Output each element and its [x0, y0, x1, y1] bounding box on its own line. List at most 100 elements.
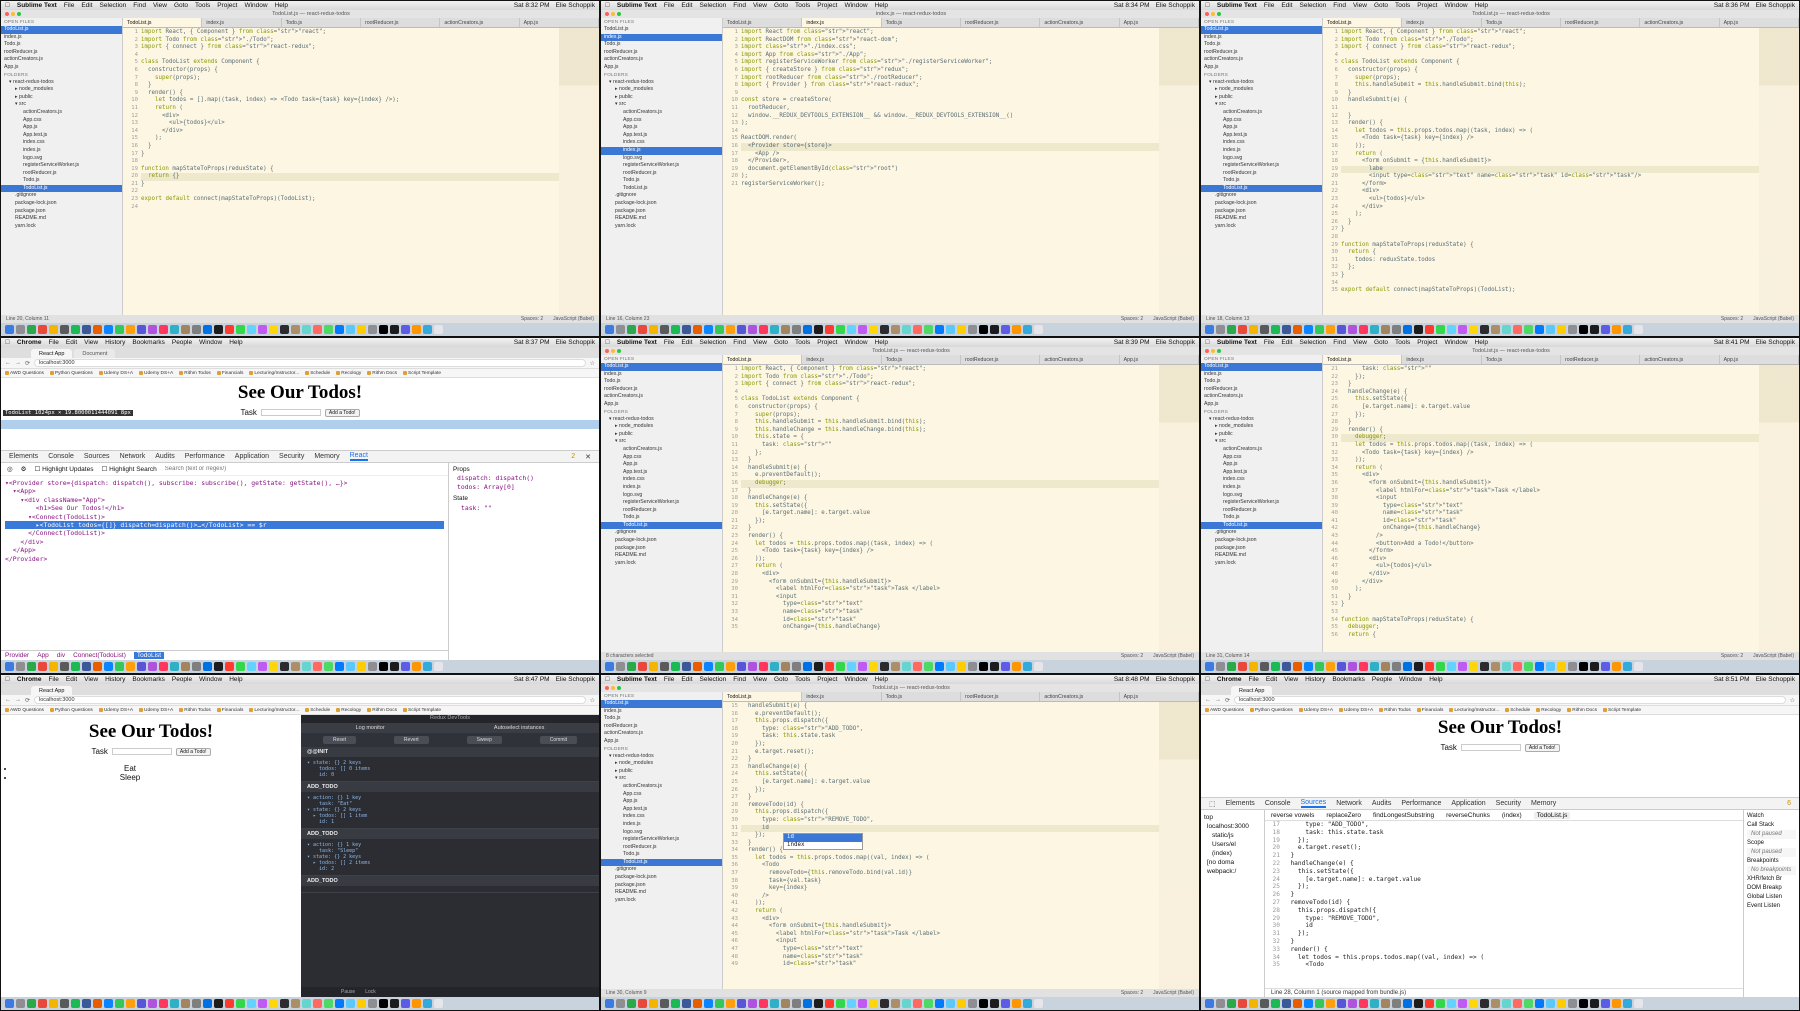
bookmark[interactable]: Schedule: [305, 708, 330, 713]
sidebar-open-file[interactable]: TodoList.js: [601, 363, 722, 371]
code-area[interactable]: 1 2 3 4 5 6 7 8 9 10 11 12 13 14 15 16 17 18 19 20 21 22 23 24 2…: [1323, 28, 1799, 315]
dock-app-icon[interactable]: [104, 325, 113, 334]
menu-item[interactable]: File: [48, 339, 58, 346]
back-icon[interactable]: ←: [5, 360, 11, 366]
dock-app-icon[interactable]: [660, 662, 669, 671]
todo-item[interactable]: Sleep: [15, 773, 301, 782]
menu-item[interactable]: Sublime Text: [1217, 339, 1257, 346]
star-icon[interactable]: ☆: [590, 360, 595, 367]
sidebar-open-file[interactable]: Todo.js: [1201, 378, 1322, 386]
menu-item[interactable]: Bookmarks: [1332, 676, 1365, 683]
sidebar-file[interactable]: .gitignore: [1201, 192, 1322, 200]
tree-node[interactable]: ▾<Connect(TodoList)>: [5, 513, 444, 521]
dock-app-icon[interactable]: [748, 325, 757, 334]
sidebar-file[interactable]: yarn.lock: [1, 223, 122, 231]
sidebar-file[interactable]: README.md: [1201, 552, 1322, 560]
folder-item[interactable]: ▸ node_modules: [1, 86, 122, 94]
zoom-button[interactable]: [1217, 12, 1221, 16]
sidebar-open-file[interactable]: App.js: [1201, 401, 1322, 409]
dock-app-icon[interactable]: [148, 999, 157, 1008]
sidebar-file[interactable]: App.test.js: [1, 132, 122, 140]
dock-app-icon[interactable]: [693, 999, 702, 1008]
dock-app-icon[interactable]: [935, 325, 944, 334]
editor-tab[interactable]: Todo.js: [1482, 18, 1561, 27]
close-button[interactable]: [605, 349, 609, 353]
dock-app-icon[interactable]: [1012, 999, 1021, 1008]
status-syntax[interactable]: JavaScript (Babel): [1753, 653, 1794, 659]
dock-app-icon[interactable]: [836, 325, 845, 334]
dock-app-icon[interactable]: [181, 662, 190, 671]
dock-app-icon[interactable]: [649, 662, 658, 671]
dock-app-icon[interactable]: [1414, 999, 1423, 1008]
menu-item[interactable]: File: [1248, 676, 1258, 683]
dock-app-icon[interactable]: [1590, 662, 1599, 671]
dock-app-icon[interactable]: [979, 662, 988, 671]
dock-app-icon[interactable]: [968, 999, 977, 1008]
sidebar-file[interactable]: README.md: [1201, 215, 1322, 223]
autocomplete-item[interactable]: index: [784, 842, 862, 850]
dock-app-icon[interactable]: [616, 325, 625, 334]
dock-app-icon[interactable]: [269, 999, 278, 1008]
bookmark[interactable]: Rithm Todos: [179, 371, 211, 376]
dock-app-icon[interactable]: [71, 325, 80, 334]
sidebar-open-file[interactable]: TodoList.js: [1201, 26, 1322, 34]
sidebar-open-file[interactable]: App.js: [1, 64, 122, 72]
minimap[interactable]: [1159, 702, 1199, 989]
dock-app-icon[interactable]: [836, 662, 845, 671]
dock-app-icon[interactable]: [1579, 999, 1588, 1008]
dock-app-icon[interactable]: [1601, 662, 1610, 671]
autocomplete-popup[interactable]: id index: [783, 833, 863, 851]
breadcrumb-item[interactable]: Provider: [5, 652, 29, 659]
dock-app-icon[interactable]: [946, 999, 955, 1008]
bookmark[interactable]: Rithm Docs: [1567, 708, 1597, 713]
folder-item[interactable]: ▾ react-redux-todos: [601, 416, 722, 424]
menu-item[interactable]: History: [105, 339, 125, 346]
dock-app-icon[interactable]: [60, 662, 69, 671]
close-button[interactable]: [5, 12, 9, 16]
editor-tab[interactable]: index.js: [802, 692, 882, 701]
sidebar-file[interactable]: App.test.js: [1201, 132, 1322, 140]
sidebar-file[interactable]: .gitignore: [601, 866, 722, 874]
tree-node[interactable]: ▾<Provider store={dispatch: dispatch(), …: [5, 479, 444, 487]
dock-app-icon[interactable]: [181, 999, 190, 1008]
dock-app-icon[interactable]: [1612, 325, 1621, 334]
menu-item[interactable]: Goto: [1374, 2, 1388, 9]
sidebar-file[interactable]: index.js: [601, 484, 722, 492]
bookmark[interactable]: Udemy DS+A: [1339, 708, 1373, 713]
dock-app-icon[interactable]: [1249, 325, 1258, 334]
redux-revert-button[interactable]: Revert: [393, 736, 429, 744]
dock-app-icon[interactable]: [1634, 999, 1643, 1008]
menu-item[interactable]: Help: [875, 2, 888, 9]
folder-item[interactable]: ▸ node_modules: [1201, 423, 1322, 431]
dock-app-icon[interactable]: [913, 999, 922, 1008]
apple-icon[interactable]: : [605, 2, 610, 9]
dock-app-icon[interactable]: [1480, 325, 1489, 334]
dock-app-icon[interactable]: [891, 999, 900, 1008]
sidebar-file[interactable]: App.js: [601, 124, 722, 132]
dock-app-icon[interactable]: [346, 325, 355, 334]
tree-node[interactable]: </App>: [5, 546, 444, 554]
dock-app-icon[interactable]: [1513, 999, 1522, 1008]
status-syntax[interactable]: JavaScript (Babel): [553, 316, 594, 322]
bookmark[interactable]: Udemy DS+A: [98, 371, 133, 376]
dock-app-icon[interactable]: [1469, 325, 1478, 334]
dock-app-icon[interactable]: [291, 999, 300, 1008]
menu-item[interactable]: File: [664, 339, 674, 346]
minimap[interactable]: [559, 28, 599, 315]
devtools-tab[interactable]: Performance: [185, 453, 225, 460]
inspect-icon[interactable]: ⬚: [1209, 800, 1216, 808]
dock-app-icon[interactable]: [390, 325, 399, 334]
sidebar-file[interactable]: TodoList.js: [1, 184, 122, 193]
status-indentation[interactable]: Spaces: 2: [1121, 653, 1143, 659]
status-syntax[interactable]: JavaScript (Babel): [1153, 990, 1194, 996]
dock-app-icon[interactable]: [1546, 999, 1555, 1008]
menu-item[interactable]: Sublime Text: [617, 2, 657, 9]
dock-app-icon[interactable]: [825, 662, 834, 671]
dock-app-icon[interactable]: [759, 662, 768, 671]
menu-item[interactable]: History: [1305, 676, 1325, 683]
sidebar-file[interactable]: logo.svg: [1, 155, 122, 163]
menu-item[interactable]: Help: [875, 676, 888, 683]
editor-tab[interactable]: TodoList.js: [723, 692, 803, 701]
apple-icon[interactable]: : [5, 2, 10, 9]
dock-app-icon[interactable]: [660, 325, 669, 334]
